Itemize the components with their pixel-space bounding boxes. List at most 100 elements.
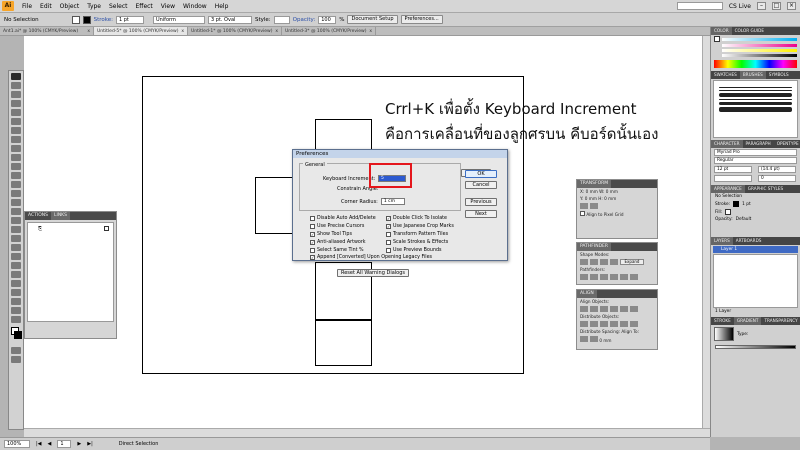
tab-layers[interactable]: LAYERS bbox=[711, 237, 733, 245]
blend-tool-icon[interactable] bbox=[11, 262, 21, 269]
mesh-tool-icon[interactable] bbox=[11, 235, 21, 242]
tab-symbols[interactable]: SYMBOLS bbox=[766, 71, 792, 79]
brush-item[interactable] bbox=[719, 107, 792, 112]
checkbox[interactable] bbox=[310, 224, 315, 229]
checkbox[interactable] bbox=[310, 248, 315, 253]
eyedropper-tool-icon[interactable] bbox=[11, 253, 21, 260]
doc-tab[interactable]: Untitled-3* @ 100% (CMYK/Preview) x bbox=[282, 27, 376, 35]
align-right-icon[interactable] bbox=[600, 306, 608, 312]
pen-tool-icon[interactable] bbox=[11, 109, 21, 116]
gradient-slider[interactable] bbox=[715, 345, 796, 349]
unite-icon[interactable] bbox=[580, 259, 588, 265]
shear-angle-icon[interactable] bbox=[590, 203, 598, 209]
close-icon[interactable]: × bbox=[787, 2, 796, 10]
stroke-swatch-icon[interactable] bbox=[733, 201, 740, 207]
appearance-opacity-row[interactable]: Opacity: Default bbox=[711, 216, 800, 223]
checkbox-row[interactable]: Use Preview Bounds bbox=[386, 248, 442, 253]
layer-row[interactable]: Layer 1 bbox=[713, 246, 798, 253]
slider-c[interactable] bbox=[711, 35, 800, 43]
next-button[interactable]: Next bbox=[465, 210, 497, 218]
artboard-number-input[interactable]: 1 bbox=[57, 440, 72, 448]
divide-icon[interactable] bbox=[580, 274, 588, 280]
appearance-stroke-row[interactable]: Stroke: 1 pt bbox=[711, 200, 800, 208]
align-pixel-grid-row[interactable]: Align to Pixel Grid bbox=[577, 210, 657, 218]
rotate-tool-icon[interactable] bbox=[11, 181, 21, 188]
appearance-stroke-value[interactable]: 1 pt bbox=[742, 202, 751, 207]
pencil-tool-icon[interactable] bbox=[11, 154, 21, 161]
search-input[interactable] bbox=[676, 2, 723, 10]
stroke-weight-select[interactable]: 1 pt bbox=[115, 15, 144, 24]
doc-tab[interactable]: Ant1.ai* @ 100% (CMYK/Preview) x bbox=[0, 27, 94, 35]
tab-close-icon[interactable]: x bbox=[181, 27, 184, 35]
checkbox[interactable]: ✓ bbox=[310, 240, 315, 245]
die-bottom-flap[interactable] bbox=[315, 320, 372, 366]
menu-type[interactable]: Type bbox=[83, 3, 105, 10]
align-middle-icon[interactable] bbox=[620, 306, 628, 312]
brush-item[interactable] bbox=[719, 87, 792, 88]
tab-stroke[interactable]: STROKE bbox=[711, 317, 734, 325]
brushes-list[interactable] bbox=[713, 80, 798, 138]
reset-warnings-button[interactable]: Reset All Warning Dialogs bbox=[337, 269, 409, 277]
checkbox-row[interactable]: Disable Auto Add/Delete bbox=[310, 216, 376, 221]
free-transform-tool-icon[interactable] bbox=[11, 208, 21, 215]
stroke-swatch[interactable] bbox=[82, 15, 91, 24]
preferences-button[interactable]: Preferences... bbox=[400, 15, 443, 24]
distribute-bottom-icon[interactable] bbox=[600, 321, 608, 327]
stroke-label[interactable]: Stroke: bbox=[94, 17, 113, 23]
intersect-icon[interactable] bbox=[600, 259, 608, 265]
tab-close-icon[interactable]: x bbox=[369, 27, 372, 35]
lasso-tool-icon[interactable] bbox=[11, 100, 21, 107]
width-tool-icon[interactable] bbox=[11, 199, 21, 206]
column-graph-tool-icon[interactable] bbox=[11, 280, 21, 287]
slider-track[interactable] bbox=[722, 49, 797, 52]
checkbox-row[interactable]: ✓ Anti-aliased Artwork bbox=[310, 240, 366, 245]
trim-icon[interactable] bbox=[590, 274, 598, 280]
cancel-button[interactable]: Cancel bbox=[465, 181, 497, 189]
menu-edit[interactable]: Edit bbox=[36, 3, 56, 10]
vertical-spacing-icon[interactable] bbox=[580, 336, 588, 342]
menu-select[interactable]: Select bbox=[105, 3, 132, 10]
brush-item[interactable] bbox=[719, 102, 792, 105]
appearance-fill-row[interactable]: Fill: bbox=[711, 208, 800, 216]
checkbox[interactable] bbox=[386, 240, 391, 245]
artboard-tool-icon[interactable] bbox=[11, 289, 21, 296]
distribute-hcenter-icon[interactable] bbox=[620, 321, 628, 327]
tab-color[interactable]: COLOR bbox=[711, 27, 732, 35]
menu-help[interactable]: Help bbox=[211, 3, 233, 10]
checkbox[interactable]: ✓ bbox=[310, 232, 315, 237]
minus-back-icon[interactable] bbox=[630, 274, 638, 280]
align-left-icon[interactable] bbox=[580, 306, 588, 312]
tab-transparency[interactable]: TRANSPARENCY bbox=[761, 317, 800, 325]
rectangle-tool-icon[interactable] bbox=[11, 136, 21, 143]
menu-object[interactable]: Object bbox=[56, 3, 84, 10]
doc-tab[interactable]: Untitled-1* @ 100% (CMYK/Preview) x bbox=[188, 27, 282, 35]
paintbrush-tool-icon[interactable] bbox=[11, 145, 21, 152]
tab-close-icon[interactable]: x bbox=[87, 27, 90, 35]
checkbox-row[interactable]: ✓ Double Click To Isolate bbox=[386, 216, 447, 221]
slider-track[interactable] bbox=[722, 44, 797, 47]
kerning-input[interactable] bbox=[714, 175, 752, 182]
y-input[interactable]: 0 mm bbox=[585, 196, 597, 201]
corner-radius-input[interactable]: 1 cm bbox=[380, 198, 405, 205]
tab-align[interactable]: ALIGN bbox=[577, 290, 597, 298]
tab-opentype[interactable]: OPENTYPE bbox=[774, 140, 800, 148]
fill-swatch[interactable] bbox=[71, 15, 80, 24]
align-top-icon[interactable] bbox=[610, 306, 618, 312]
zoom-select[interactable]: 100% bbox=[4, 440, 30, 448]
doc-tab[interactable]: Untitled-5* @ 100% (CMYK/Preview) x bbox=[94, 27, 188, 35]
x-input[interactable]: 0 mm bbox=[586, 189, 598, 194]
style-select[interactable] bbox=[273, 15, 290, 24]
menu-file[interactable]: File bbox=[18, 3, 36, 10]
tab-character[interactable]: CHARACTER bbox=[711, 140, 743, 148]
brush-item[interactable] bbox=[719, 99, 792, 100]
slice-tool-icon[interactable] bbox=[11, 298, 21, 305]
perspective-grid-tool-icon[interactable] bbox=[11, 226, 21, 233]
gradient-tool-icon[interactable] bbox=[11, 244, 21, 251]
checkbox-row[interactable]: Scale Strokes & Effects bbox=[386, 240, 448, 245]
distribute-vcenter-icon[interactable] bbox=[590, 321, 598, 327]
leading-input[interactable]: (14.4 pt) bbox=[758, 166, 796, 173]
cs-live-menu[interactable]: CS Live bbox=[729, 3, 751, 10]
scale-tool-icon[interactable] bbox=[11, 190, 21, 197]
tab-graphic-styles[interactable]: GRAPHIC STYLES bbox=[745, 185, 786, 193]
color-spectrum[interactable] bbox=[714, 60, 797, 68]
